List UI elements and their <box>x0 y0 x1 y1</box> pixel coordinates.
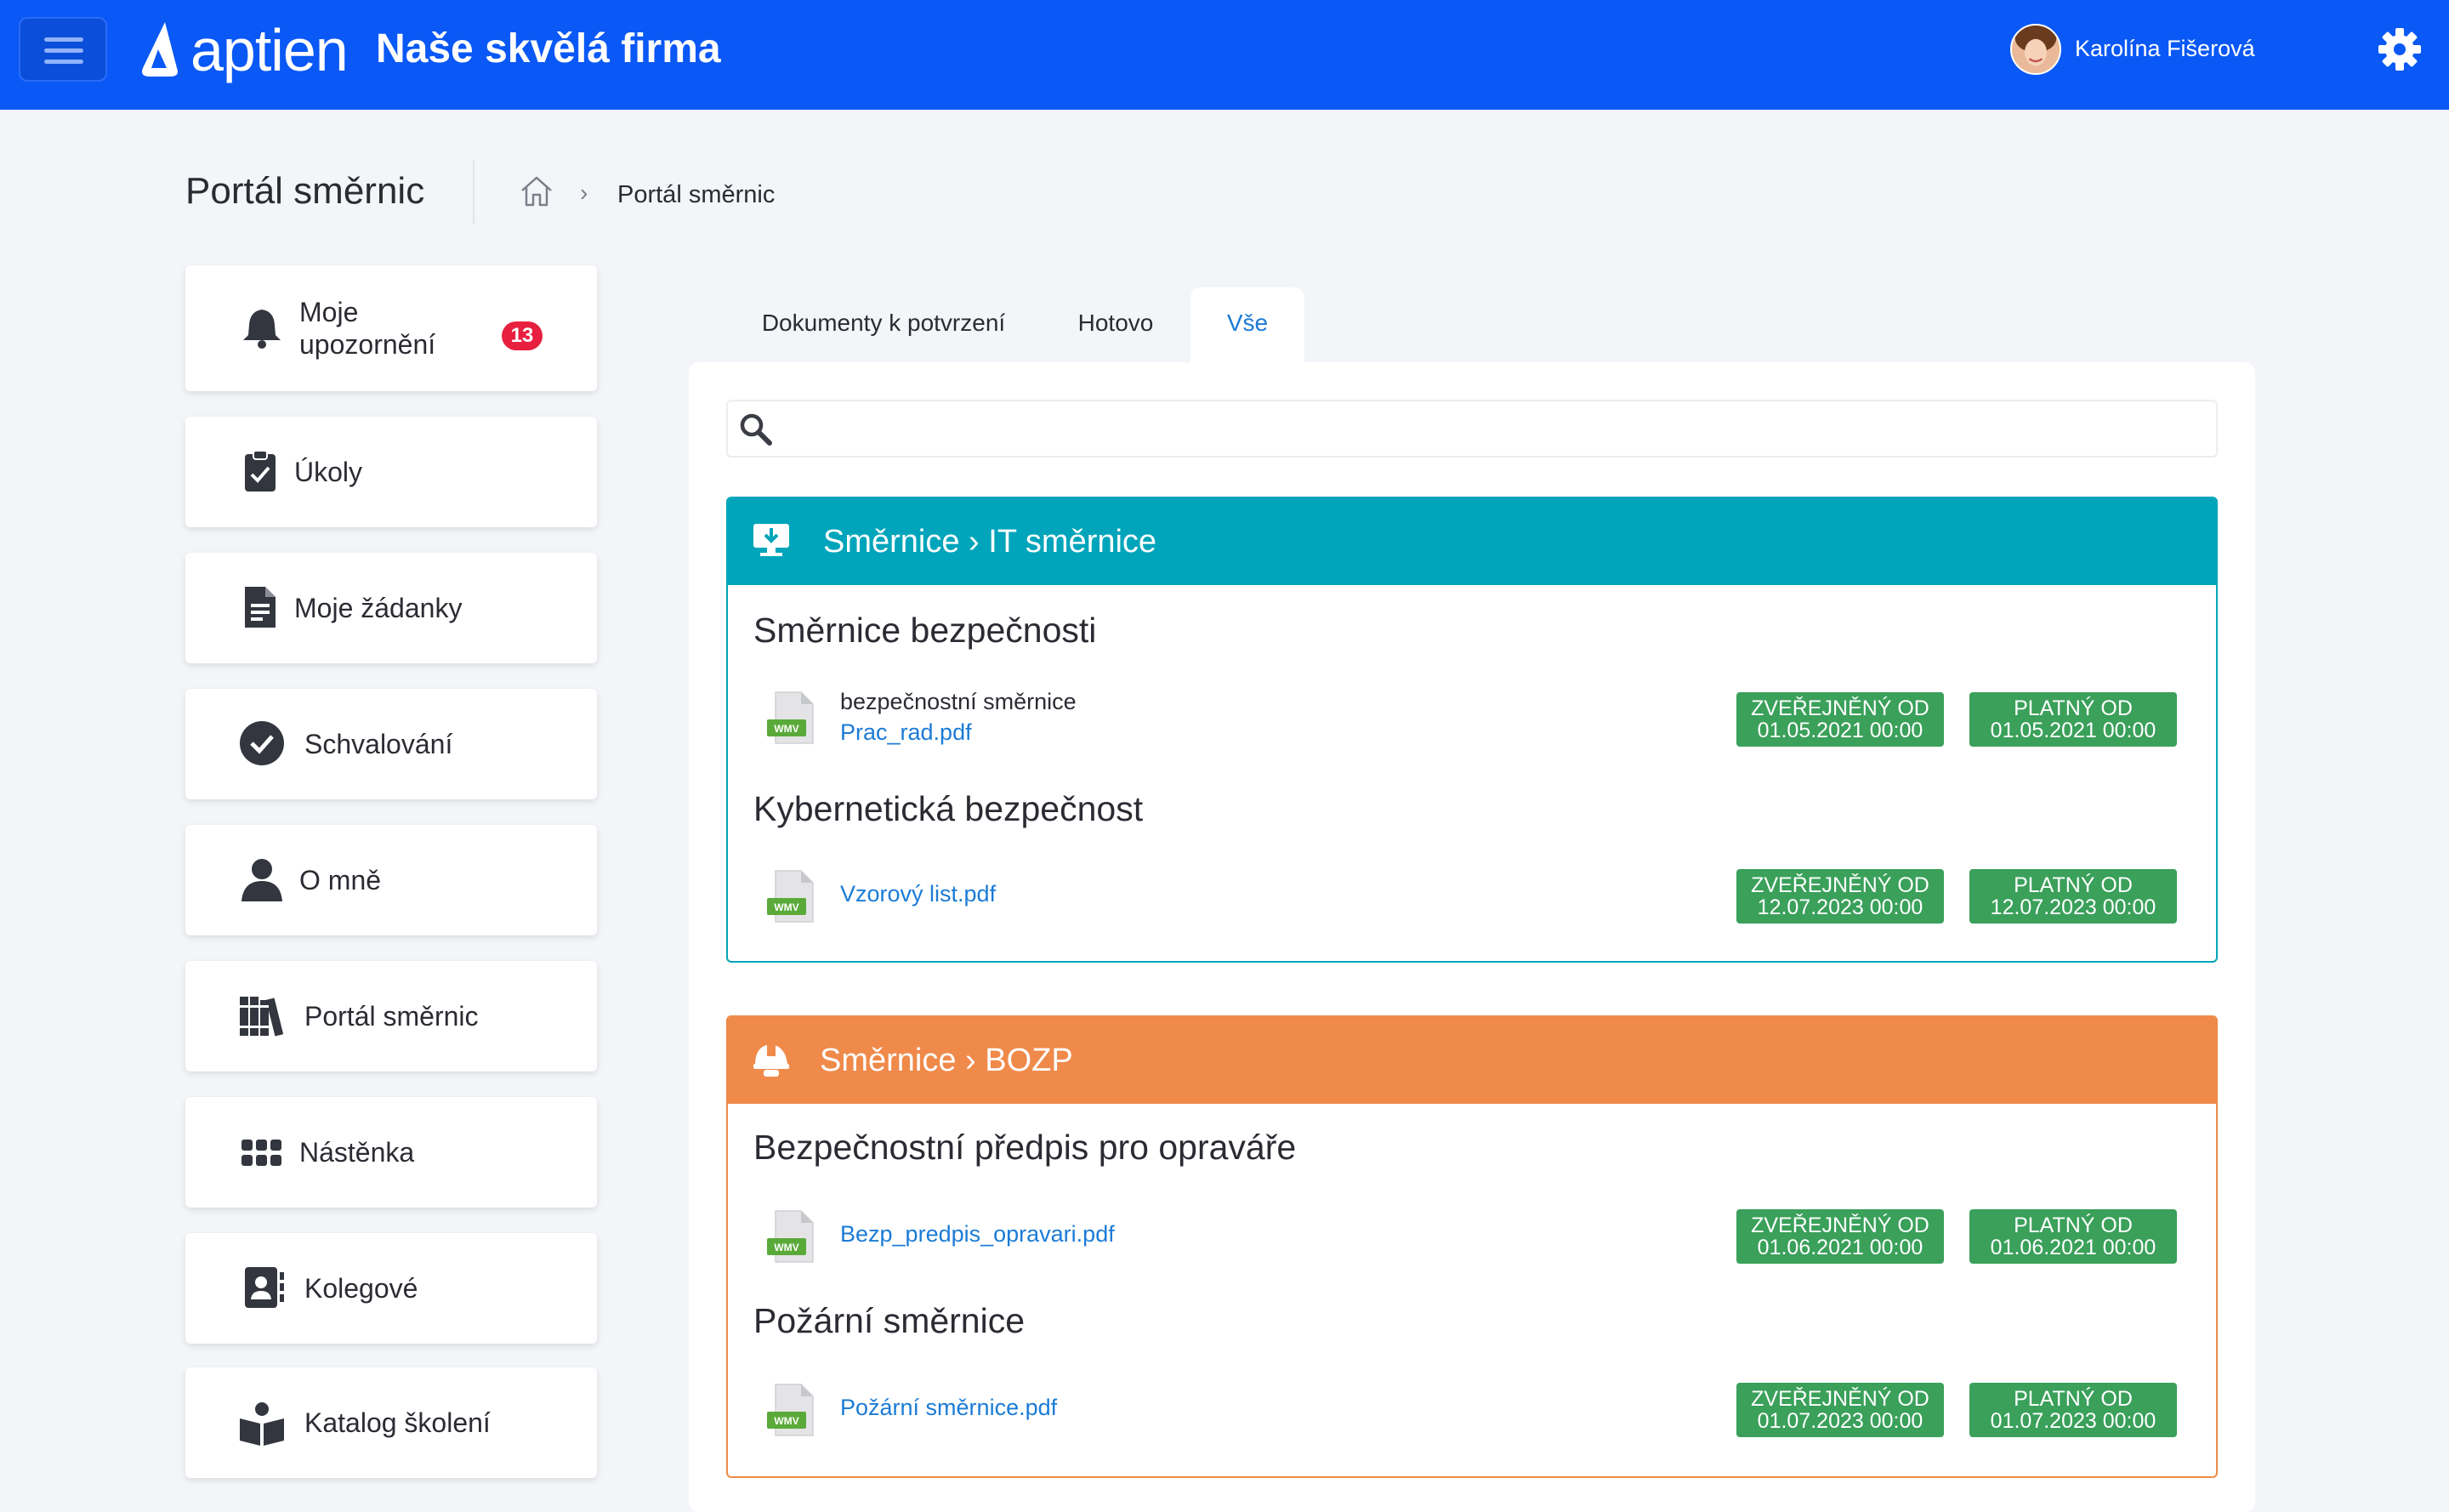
helmet-icon <box>753 1044 789 1077</box>
valid-date-tag: PLATNÝ OD 12.07.2023 00:00 <box>1969 869 2177 924</box>
sidebar-item-label: Moje žádanky <box>294 593 463 623</box>
sidebar-item-policy-portal[interactable]: Portál směrnic <box>185 961 597 1071</box>
svg-text:WMV: WMV <box>774 1415 798 1427</box>
published-date-tag: ZVEŘEJNĚNÝ OD 01.06.2021 00:00 <box>1736 1209 1944 1264</box>
valid-date-tag: PLATNÝ OD 01.06.2021 00:00 <box>1969 1209 2177 1264</box>
divider <box>473 160 474 225</box>
tab-done[interactable]: Hotovo <box>1051 287 1180 362</box>
document-icon <box>245 587 276 628</box>
policy-group-bozp: Směrnice › BOZP Bezpečnostní předpis pro… <box>726 1015 2218 1478</box>
svg-text:WMV: WMV <box>774 723 798 735</box>
clipboard-check-icon <box>245 450 276 492</box>
section-title: Bezpečnostní předpis pro opraváře <box>753 1128 1297 1167</box>
grid-icon <box>241 1140 281 1166</box>
policy-group-it: Směrnice › IT směrnice Směrnice bezpečno… <box>726 497 2218 963</box>
valid-date-tag: PLATNÝ OD 01.05.2021 00:00 <box>1969 692 2177 747</box>
notification-count-badge: 13 <box>502 321 543 350</box>
file-link[interactable]: Vzorový list.pdf <box>840 879 996 908</box>
file-caption: bezpečnostní směrnice <box>840 689 1077 714</box>
search-icon <box>740 413 772 446</box>
tab-documents-to-confirm[interactable]: Dokumenty k potvrzení <box>740 287 1027 362</box>
menu-button[interactable] <box>19 17 107 82</box>
file-icon: WMV <box>767 1210 814 1263</box>
gear-icon[interactable] <box>2378 27 2422 71</box>
sidebar-item-notifications[interactable]: Moje upozornění 13 <box>185 265 597 391</box>
svg-text:WMV: WMV <box>774 901 798 913</box>
tab-all[interactable]: Vše <box>1190 287 1304 362</box>
sidebar-item-label: Katalog školení <box>304 1407 491 1438</box>
file-link[interactable]: Bezp_predpis_opravari.pdf <box>840 1219 1115 1248</box>
published-date-tag: ZVEŘEJNĚNÝ OD 01.07.2023 00:00 <box>1736 1383 1944 1437</box>
group-header[interactable]: Směrnice › BOZP <box>728 1017 2216 1104</box>
group-title: Směrnice › IT směrnice <box>823 524 1157 560</box>
sidebar-item-label: Úkoly <box>294 457 363 487</box>
bell-icon <box>243 310 281 349</box>
reader-icon <box>240 1402 284 1446</box>
file-icon: WMV <box>767 1384 814 1436</box>
published-date-tag: ZVEŘEJNĚNÝ OD 01.05.2021 00:00 <box>1736 692 1944 747</box>
file-link[interactable]: Požární směrnice.pdf <box>840 1393 1057 1422</box>
monitor-download-icon <box>753 524 789 556</box>
svg-text:WMV: WMV <box>774 1242 798 1253</box>
file-link[interactable]: Prac_rad.pdf <box>840 718 972 747</box>
company-name: Naše skvělá firma <box>376 26 721 71</box>
sidebar-item-label: Kolegové <box>304 1273 418 1304</box>
sidebar-item-label: Moje upozornění <box>299 297 436 360</box>
group-header[interactable]: Směrnice › IT směrnice <box>728 498 2216 585</box>
section-title: Požární směrnice <box>753 1301 1026 1340</box>
sidebar-item-label: Portál směrnic <box>304 1001 479 1032</box>
contacts-icon <box>245 1267 284 1308</box>
sidebar-item-about-me[interactable]: O mně <box>185 825 597 935</box>
user-name[interactable]: Karolína Fišerová <box>2075 34 2255 63</box>
sidebar-item-label: O mně <box>299 865 382 895</box>
file-icon: WMV <box>767 870 814 923</box>
chevron-right-icon: › <box>580 179 588 206</box>
published-date-tag: ZVEŘEJNĚNÝ OD 12.07.2023 00:00 <box>1736 869 1944 924</box>
group-title: Směrnice › BOZP <box>820 1043 1073 1078</box>
sidebar-item-requests[interactable]: Moje žádanky <box>185 553 597 663</box>
section-title: Kybernetická bezpečnost <box>753 789 1144 828</box>
sidebar-item-training-catalog[interactable]: Katalog školení <box>185 1367 597 1478</box>
sidebar-item-tasks[interactable]: Úkoly <box>185 417 597 527</box>
file-icon: WMV <box>767 691 814 744</box>
books-icon <box>240 997 284 1037</box>
check-circle-icon <box>240 721 284 765</box>
avatar[interactable] <box>2010 24 2061 75</box>
page-title: Portál směrnic <box>185 170 425 212</box>
sidebar-item-approvals[interactable]: Schvalování <box>185 689 597 799</box>
logo-text: aptien <box>190 17 349 83</box>
user-icon <box>241 859 282 901</box>
sidebar-item-label: Nástěnka <box>299 1137 415 1168</box>
sidebar-item-colleagues[interactable]: Kolegové <box>185 1233 597 1344</box>
valid-date-tag: PLATNÝ OD 01.07.2023 00:00 <box>1969 1383 2177 1437</box>
search-input[interactable] <box>726 400 2218 458</box>
sidebar-item-dashboard[interactable]: Nástěnka <box>185 1097 597 1208</box>
home-icon[interactable] <box>519 173 554 209</box>
breadcrumb-current: Portál směrnic <box>617 181 776 208</box>
section-title: Směrnice bezpečnosti <box>753 611 1097 650</box>
top-bar: aptien Naše skvělá firma Karolína Fišero… <box>0 0 2449 110</box>
sidebar-item-label: Schvalování <box>304 729 453 759</box>
